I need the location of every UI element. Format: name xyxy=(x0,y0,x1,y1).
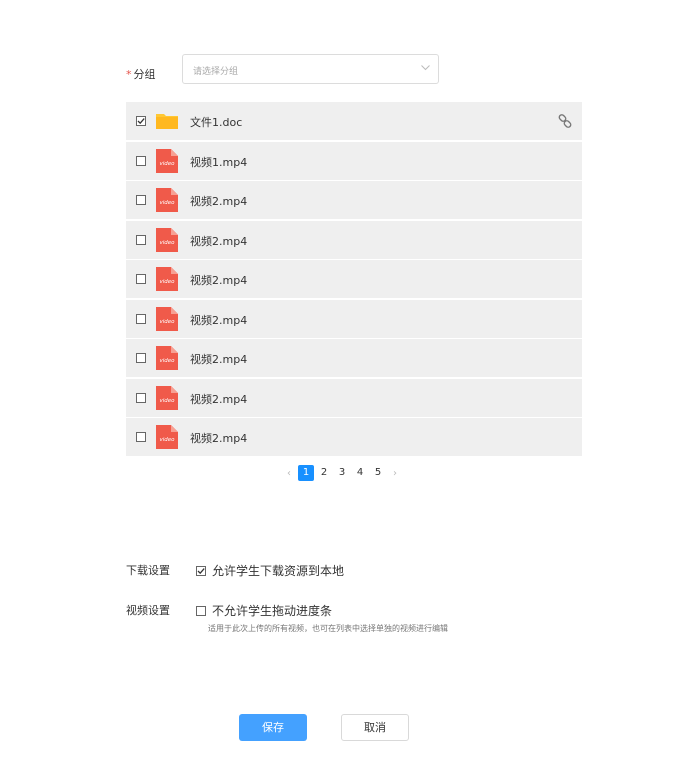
file-name: 视频2.mp4 xyxy=(190,353,248,366)
group-select[interactable]: 请选择分组 xyxy=(182,54,439,84)
file-row[interactable]: 文件1.doc xyxy=(126,102,582,140)
video-file-icon: video xyxy=(156,188,178,212)
file-row[interactable]: video 视频2.mp4 xyxy=(126,299,582,338)
file-checkbox[interactable] xyxy=(136,274,146,284)
file-row[interactable]: video 视频2.mp4 xyxy=(126,418,582,456)
download-option[interactable]: 允许学生下载资源到本地 xyxy=(196,562,344,579)
prev-page-button[interactable]: ‹ xyxy=(284,468,294,479)
page-2-button[interactable]: 2 xyxy=(316,465,332,481)
video-option-label: 不允许学生拖动进度条 xyxy=(212,604,333,618)
video-file-icon: video xyxy=(156,227,178,252)
svg-text:video: video xyxy=(159,240,175,246)
link-icon[interactable] xyxy=(558,114,572,128)
group-label: * 分组 xyxy=(126,66,156,82)
video-file-icon: video xyxy=(156,425,178,449)
file-row[interactable]: video 视频2.mp4 xyxy=(126,260,582,298)
page-4-button[interactable]: 4 xyxy=(352,465,368,481)
svg-text:video: video xyxy=(159,437,175,443)
page-3-button[interactable]: 3 xyxy=(334,465,350,481)
file-row[interactable]: video 视频2.mp4 xyxy=(126,339,582,377)
file-checkbox[interactable] xyxy=(136,116,146,126)
cancel-button[interactable]: 取消 xyxy=(341,714,409,741)
file-row[interactable]: video 视频2.mp4 xyxy=(126,378,582,417)
file-name: 视频1.mp4 xyxy=(190,155,248,169)
file-list: 文件1.doc video 视频1.mp4 video 视频2.mp4 video 视频2.… xyxy=(126,102,582,458)
file-name: 文件1.doc xyxy=(190,116,243,129)
file-checkbox[interactable] xyxy=(136,234,146,245)
video-option[interactable]: 不允许学生拖动进度条 xyxy=(196,602,332,619)
folder-icon xyxy=(156,109,178,133)
file-checkbox[interactable] xyxy=(136,313,146,324)
page-5-button[interactable]: 5 xyxy=(370,465,386,481)
svg-text:video: video xyxy=(159,398,175,404)
video-file-icon: video xyxy=(156,306,178,331)
svg-text:video: video xyxy=(159,200,175,206)
file-name: 视频2.mp4 xyxy=(190,195,248,208)
next-page-button[interactable]: › xyxy=(390,468,400,479)
file-checkbox[interactable] xyxy=(136,392,146,403)
svg-text:video: video xyxy=(159,279,175,285)
chevron-down-icon xyxy=(421,65,430,71)
file-row[interactable]: video 视频2.mp4 xyxy=(126,220,582,259)
file-name: 视频2.mp4 xyxy=(190,392,248,406)
download-option-label: 允许学生下载资源到本地 xyxy=(212,564,345,578)
file-checkbox[interactable] xyxy=(136,155,146,166)
video-file-icon: video xyxy=(156,346,178,370)
file-checkbox[interactable] xyxy=(136,195,146,205)
video-setting-label: 视频设置 xyxy=(126,604,170,617)
svg-text:video: video xyxy=(159,358,175,364)
file-row[interactable]: video 视频1.mp4 xyxy=(126,141,582,180)
video-setting-hint: 适用于此次上传的所有视频，也可在列表中选择单独的视频进行编辑 xyxy=(208,624,448,633)
file-row[interactable]: video 视频2.mp4 xyxy=(126,181,582,219)
group-label-text: 分组 xyxy=(133,68,156,81)
file-checkbox[interactable] xyxy=(136,432,146,442)
video-file-icon: video xyxy=(156,148,178,173)
download-checkbox[interactable] xyxy=(196,565,206,576)
file-name: 视频2.mp4 xyxy=(190,313,248,327)
pagination: ‹ 12345 › xyxy=(284,465,400,481)
file-name: 视频2.mp4 xyxy=(190,274,248,287)
save-button[interactable]: 保存 xyxy=(239,714,307,741)
file-name: 视频2.mp4 xyxy=(190,432,248,445)
file-checkbox[interactable] xyxy=(136,353,146,363)
group-select-placeholder: 请选择分组 xyxy=(193,67,239,77)
download-setting-label: 下载设置 xyxy=(126,564,170,577)
svg-text:video: video xyxy=(159,319,175,325)
group-field: * 分组 请选择分组 xyxy=(126,54,439,84)
page-1-button[interactable]: 1 xyxy=(298,465,314,481)
svg-text:video: video xyxy=(159,161,175,167)
video-file-icon: video xyxy=(156,267,178,291)
video-checkbox[interactable] xyxy=(196,605,206,616)
file-name: 视频2.mp4 xyxy=(190,234,248,248)
video-file-icon: video xyxy=(156,385,178,410)
required-mark: * xyxy=(126,68,132,81)
